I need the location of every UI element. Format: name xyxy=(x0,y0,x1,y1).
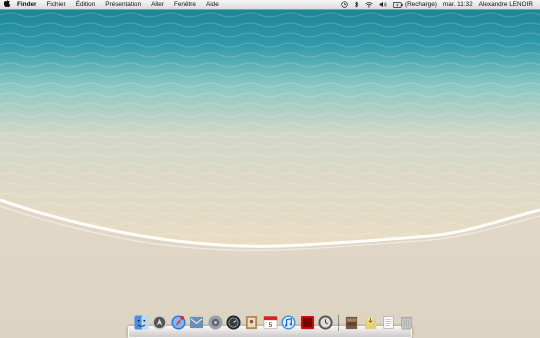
menu-app-name[interactable]: Finder xyxy=(14,0,42,10)
ical-icon[interactable]: 5 xyxy=(263,314,278,331)
battery-status-text: (Recharge) xyxy=(404,0,437,8)
dock-icons: 5 xyxy=(134,314,418,331)
system-preferences-icon[interactable] xyxy=(208,314,223,331)
svg-text:5: 5 xyxy=(268,322,272,329)
dock-separator xyxy=(338,315,340,331)
wifi-icon[interactable] xyxy=(362,1,376,8)
dock: 5 xyxy=(128,312,413,338)
bluetooth-icon[interactable] xyxy=(351,1,362,8)
menu-fichier[interactable]: Fichier xyxy=(42,0,71,10)
menu-fenetre[interactable]: Fenêtre xyxy=(169,0,201,10)
menu-presentation[interactable]: Présentation xyxy=(100,0,146,10)
mail-icon[interactable] xyxy=(189,314,204,331)
documents-stack-icon[interactable] xyxy=(381,314,396,331)
time-machine-icon[interactable] xyxy=(318,314,333,331)
time-machine-menu-icon[interactable] xyxy=(338,1,351,8)
battery-icon[interactable]: (Recharge) xyxy=(390,0,440,10)
applications-stack-icon[interactable] xyxy=(344,314,359,331)
launchpad-icon[interactable] xyxy=(152,314,167,331)
dashboard-icon[interactable] xyxy=(226,314,241,331)
user-name[interactable]: Alexandre LENOIR xyxy=(476,0,536,10)
downloads-stack-icon[interactable] xyxy=(363,314,378,331)
menu-extras: (Recharge) mar. 11:32 Alexandre LENOIR xyxy=(338,0,540,10)
itunes-icon[interactable] xyxy=(281,314,296,331)
apple-icon[interactable] xyxy=(0,0,14,10)
trash-icon[interactable] xyxy=(399,314,414,331)
desktop-wallpaper xyxy=(0,0,540,338)
clock[interactable]: mar. 11:32 xyxy=(440,0,476,10)
finder-icon[interactable] xyxy=(134,314,149,331)
photo-booth-icon[interactable] xyxy=(300,314,315,331)
safari-icon[interactable] xyxy=(171,314,186,331)
menu-aller[interactable]: Aller xyxy=(146,0,169,10)
menu-aide[interactable]: Aide xyxy=(201,0,224,10)
volume-icon[interactable] xyxy=(376,1,390,8)
address-book-icon[interactable] xyxy=(244,314,259,331)
menu-edition[interactable]: Édition xyxy=(71,0,101,10)
menu-bar: Finder Fichier Édition Présentation Alle… xyxy=(0,0,540,10)
